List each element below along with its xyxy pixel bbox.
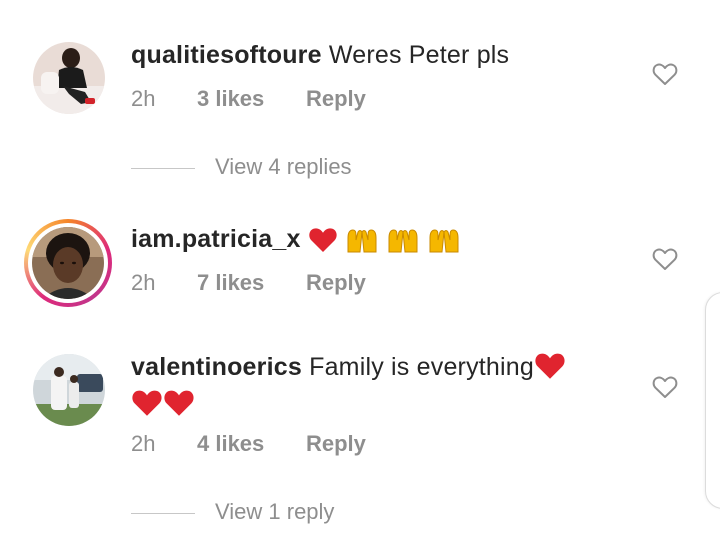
view-replies-divider (131, 513, 195, 514)
view-replies-label: View 1 reply (215, 499, 335, 524)
reply-button[interactable]: Reply (306, 270, 366, 296)
avatar[interactable] (33, 42, 105, 114)
red-heart-icon (309, 228, 337, 253)
comment-text: qualitiesoftoure Weres Peter pls (131, 38, 611, 72)
avatar[interactable] (33, 354, 105, 426)
comment-likes[interactable]: 4 likes (197, 431, 264, 457)
comment-text: valentinoerics Family is everything (131, 350, 601, 418)
raising-hands-icon (347, 229, 377, 253)
red-heart-icon (164, 390, 194, 417)
comment-body: Weres Peter pls (328, 41, 510, 69)
red-heart-icon (132, 390, 162, 417)
reply-button[interactable]: Reply (306, 431, 366, 457)
comment-time: 2h (131, 86, 156, 111)
story-ring[interactable] (24, 219, 112, 307)
comment-likes[interactable]: 7 likes (197, 270, 264, 296)
avatar (32, 227, 104, 299)
comment-time: 2h (131, 270, 156, 295)
raising-hands-icon (429, 229, 459, 253)
raising-hands-icon (388, 229, 418, 253)
comment-text: iam.patricia_x (131, 222, 611, 256)
heart-outline-icon[interactable] (652, 247, 678, 271)
heart-outline-icon[interactable] (652, 62, 678, 86)
red-heart-icon (535, 353, 565, 379)
view-replies-divider (131, 168, 195, 169)
reply-button[interactable]: Reply (306, 86, 366, 112)
comment-username[interactable]: valentinoerics (131, 353, 302, 381)
comment-time: 2h (131, 431, 156, 456)
comment-likes[interactable]: 3 likes (197, 86, 264, 112)
heart-outline-icon[interactable] (652, 375, 678, 399)
side-panel-edge[interactable] (705, 292, 720, 509)
view-replies-label: View 4 replies (215, 154, 352, 179)
comment-username[interactable]: qualitiesoftoure (131, 41, 322, 69)
comment-body: Family is everything (309, 353, 534, 381)
comment-username[interactable]: iam.patricia_x (131, 225, 301, 253)
